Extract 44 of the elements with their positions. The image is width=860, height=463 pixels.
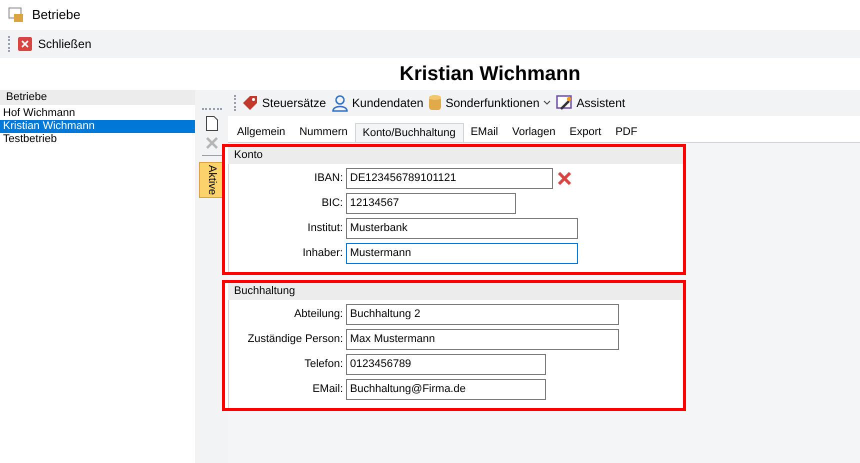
field-label: Institut: [306,221,343,236]
list-heading: Betriebe [0,90,195,105]
database-icon [428,94,442,112]
tab[interactable]: PDF [608,123,644,142]
text-field[interactable]: Buchhaltung 2 [346,304,619,325]
list-item[interactable]: Kristian Wichmann [0,120,195,133]
tab[interactable]: Allgemein [230,123,292,142]
tab[interactable]: Export [562,123,608,142]
wand-icon [556,94,574,112]
tab[interactable]: EMail [464,123,506,142]
field-label: Zuständige Person: [246,332,343,348]
person-icon [331,94,350,112]
field-label: EMail: [311,382,343,398]
window-title: Betriebe [32,6,80,24]
clear-icon[interactable] [558,172,571,185]
tag-icon [241,94,259,112]
toolbar-button[interactable]: Kundendaten [331,94,424,112]
field-label: Abteilung: [293,307,343,322]
tab[interactable]: Vorlagen [505,123,563,142]
caret-icon [542,100,551,106]
text-field[interactable]: Musterbank [346,218,578,239]
toolbar-button[interactable]: Steuersätze [241,94,326,112]
field-label: Inhaber: [302,246,343,262]
close-button[interactable]: Schließen [18,35,92,53]
toolbar-button[interactable]: Assistent [556,94,626,112]
text-field[interactable]: Max Mustermann [346,329,619,350]
text-field[interactable]: DE123456789101121 [346,168,553,189]
tab[interactable]: Konto/Buchhaltung [354,123,464,142]
text-field[interactable]: Mustermann [346,243,578,264]
text-field[interactable]: 0123456789 [346,354,546,375]
window-icon [8,7,24,23]
text-field[interactable]: Buchhaltung@Firma.de [346,379,546,400]
toolbar-button[interactable]: Sonderfunktionen [428,94,551,112]
page-heading: Kristian Wichmann [400,62,580,87]
field-label: IBAN: [313,171,343,186]
group-heading: Buchhaltung [228,283,683,300]
close-icon [18,37,32,51]
vertical-tab[interactable]: Aktive [199,162,224,198]
text-field[interactable]: 12134567 [346,193,516,214]
group-heading: Konto [228,147,683,164]
new-document-icon[interactable] [206,116,218,131]
field-label: Telefon: [303,357,343,372]
field-label: BIC: [320,196,343,212]
tab[interactable]: Nummern [292,123,355,142]
